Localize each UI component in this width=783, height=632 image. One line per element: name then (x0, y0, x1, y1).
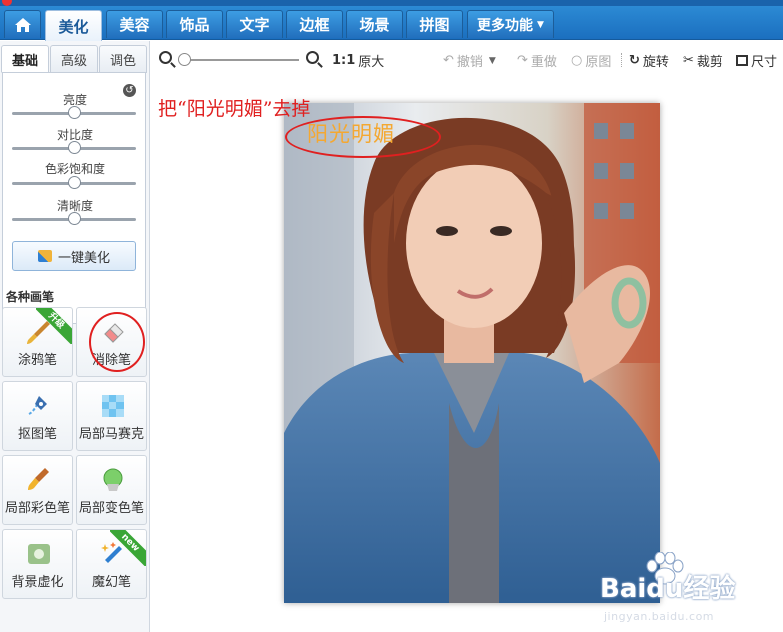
resize-button[interactable]: 尺寸 (736, 51, 777, 70)
tool-local-mosaic[interactable]: 局部马赛克 (76, 381, 147, 451)
brush-section-title: 各种画笔 (6, 290, 55, 304)
nav-tab-text[interactable]: 文字 (226, 10, 283, 38)
adjustment-box: ↺ 亮度 对比度 色彩饱和度 清晰度 一键美化 (2, 72, 146, 324)
zoom-in-icon (306, 51, 319, 64)
zoom-slider[interactable] (181, 59, 299, 61)
zoom-out-button[interactable] (159, 51, 172, 64)
upgrade-badge: 升级 (36, 308, 72, 344)
tool-cutout-pen[interactable]: 抠图笔 (2, 381, 73, 451)
zoom-out-icon (159, 51, 172, 64)
annotation-ellipse-text (285, 116, 441, 158)
nav-tab-accessories[interactable]: 饰品 (166, 10, 223, 38)
tab-basic[interactable]: 基础 (1, 45, 49, 73)
nav-tab-beautify[interactable]: 美化 (45, 10, 102, 41)
annotation-instruction: 把“阳光明媚”去掉 (158, 98, 311, 120)
undo-icon: ↶ (443, 53, 454, 68)
new-badge: new (110, 530, 146, 566)
zoom-in-button[interactable] (306, 51, 319, 64)
tab-advanced[interactable]: 高级 (50, 45, 98, 73)
tool-local-recolor-pen[interactable]: 局部变色笔 (76, 455, 147, 525)
watermark-url: jingyan.baidu.com (604, 610, 715, 623)
home-icon (14, 17, 31, 32)
contrast-slider-knob[interactable] (67, 141, 81, 154)
pen-tool-icon (28, 396, 47, 415)
crop-button[interactable]: ✂ 裁剪 (683, 51, 723, 70)
nav-tab-frame[interactable]: 边框 (286, 10, 343, 38)
watermark-brand: Baidu经验 (600, 574, 736, 604)
saturation-slider[interactable] (12, 176, 136, 189)
contrast-slider[interactable] (12, 141, 136, 154)
home-button[interactable] (4, 10, 41, 38)
brightness-slider-knob[interactable] (67, 106, 81, 119)
zoom-slider-knob[interactable] (178, 53, 191, 66)
saturation-slider-knob[interactable] (67, 176, 81, 189)
app-window: 美化 美容 饰品 文字 边框 场景 拼图 更多功能 ▼ 基础 高级 调色 ↺ 亮度… (0, 0, 783, 632)
chevron-down-icon: ▼ (537, 19, 544, 30)
slider-label-saturation: 色彩饱和度 (44, 162, 105, 176)
nav-tab-beauty[interactable]: 美容 (106, 10, 163, 38)
edited-photo[interactable] (284, 103, 660, 603)
app-logo-icon (2, 0, 12, 6)
nav-tab-scene[interactable]: 场景 (346, 10, 403, 38)
nav-tab-collage[interactable]: 拼图 (406, 10, 463, 38)
redo-button[interactable]: ↷ 重做 (517, 51, 557, 70)
one-key-beautify-button[interactable]: 一键美化 (12, 241, 136, 271)
tool-local-color-pen[interactable]: 局部彩色笔 (2, 455, 73, 525)
photo-illustration (284, 103, 660, 603)
top-nav-bar: 美化 美容 饰品 文字 边框 场景 拼图 更多功能 ▼ (0, 0, 783, 41)
tool-magic-pen[interactable]: new 魔幻笔 (76, 529, 147, 599)
original-image-button[interactable]: ○ 原图 (571, 51, 611, 70)
resize-icon (736, 55, 748, 66)
canvas-toolbar: 1:1 原大 ↶ 撤销 ▼ ↷ 重做 ○ 原图 ↻ 旋转 ✂ 裁剪 尺寸 (151, 41, 783, 77)
tool-doodle-pen[interactable]: 升级 涂鸦笔 (2, 307, 73, 377)
annotation-ellipse-eraser (89, 312, 145, 372)
chevron-down-icon: ▼ (488, 55, 496, 66)
circle-icon: ○ (571, 53, 583, 68)
mosaic-icon (102, 395, 124, 417)
sharpness-slider[interactable] (12, 212, 136, 225)
rotate-icon: ↻ (629, 53, 640, 68)
brightness-slider[interactable] (12, 106, 136, 119)
tool-background-blur[interactable]: 背景虚化 (2, 529, 73, 599)
scissors-icon: ✂ (683, 53, 694, 68)
nav-more-functions[interactable]: 更多功能 ▼ (467, 10, 554, 38)
color-brush-icon (28, 468, 49, 490)
redo-icon: ↷ (517, 53, 528, 68)
tab-color[interactable]: 调色 (99, 45, 147, 73)
rotate-button[interactable]: ↻ 旋转 (629, 51, 669, 70)
title-strip (0, 0, 783, 6)
actual-size-button[interactable]: 1:1 原大 (332, 51, 384, 70)
magic-brush-icon (37, 250, 52, 262)
sharpness-slider-knob[interactable] (67, 212, 81, 225)
toolbar-divider (621, 53, 622, 67)
blur-icon (28, 544, 50, 564)
undo-button[interactable]: ↶ 撤销 ▼ (443, 51, 496, 70)
baidu-watermark: Baidu经验 jingyan.baidu.com (600, 548, 780, 628)
paint-bucket-icon (103, 468, 123, 491)
